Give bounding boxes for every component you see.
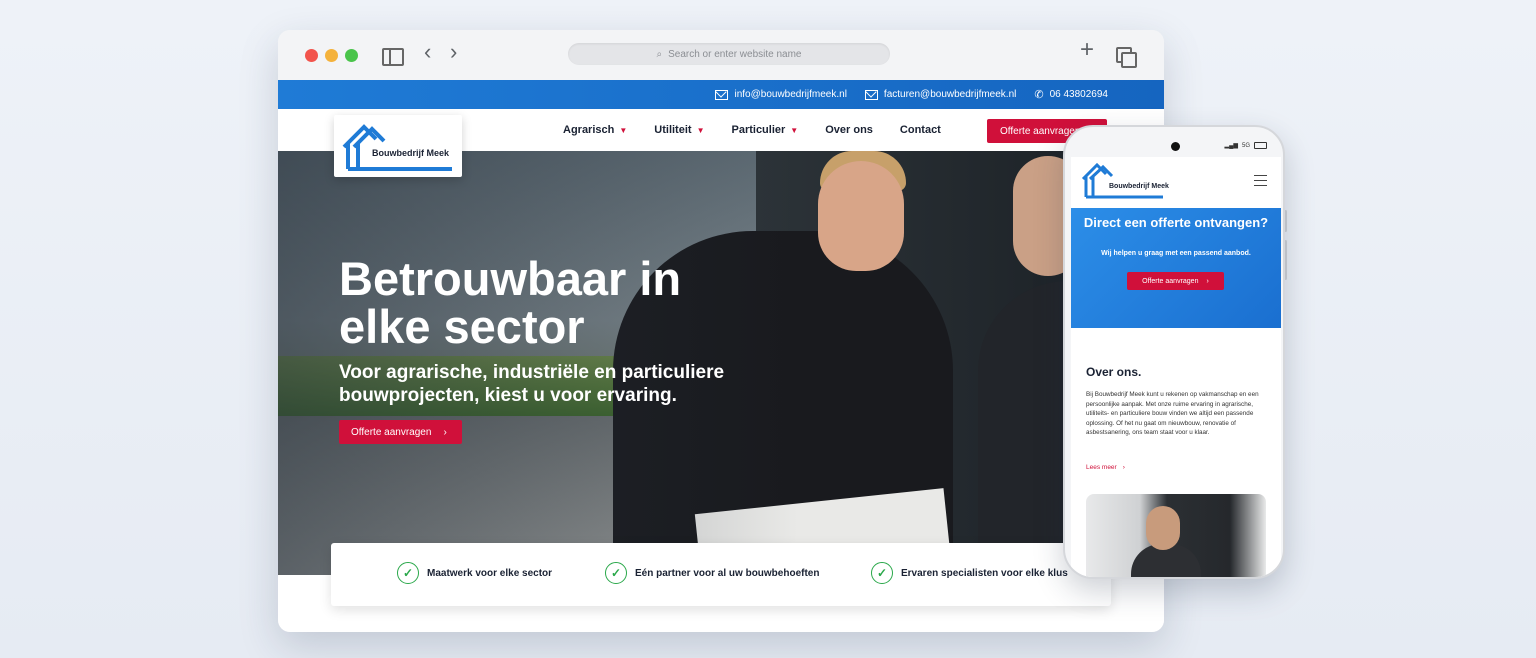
chevron-down-icon: ▼ bbox=[790, 126, 799, 135]
contact-topbar: info@bouwbedrijfmeek.nl facturen@bouwbed… bbox=[278, 80, 1164, 109]
signal-icon: ▂▄▆ bbox=[1224, 143, 1238, 149]
house-logo-icon[interactable] bbox=[1081, 157, 1181, 203]
phone-status-bar: ▂▄▆ 5G bbox=[1224, 142, 1267, 149]
usp-item: ✓ Ervaren specialisten voor elke klus bbox=[871, 562, 1068, 584]
website: info@bouwbedrijfmeek.nl facturen@bouwbed… bbox=[278, 80, 1164, 632]
minimize-window-button[interactable] bbox=[325, 49, 338, 62]
nav-item-over-ons[interactable]: Over ons bbox=[825, 124, 873, 136]
mobile-about-title: Over ons. bbox=[1086, 365, 1142, 379]
photo-person-face bbox=[1146, 506, 1180, 550]
mail-icon bbox=[715, 89, 729, 100]
battery-icon bbox=[1254, 142, 1267, 149]
chevron-right-icon: › bbox=[1122, 464, 1125, 471]
mobile-read-more-link[interactable]: Lees meer › bbox=[1086, 464, 1125, 471]
mobile-phone: ▂▄▆ 5G Bouwbedrijf Meek Direct een offer… bbox=[1063, 125, 1285, 579]
maximize-window-button[interactable] bbox=[345, 49, 358, 62]
hero-photo-worker-1-head bbox=[818, 161, 904, 271]
mobile-banner-subtitle: Wij helpen u graag met een passend aanbo… bbox=[1101, 250, 1251, 257]
new-tab-icon[interactable]: + bbox=[1080, 38, 1094, 62]
nav-item-utiliteit[interactable]: Utiliteit ▼ bbox=[654, 124, 704, 136]
phone-icon: ✆ bbox=[1034, 89, 1044, 101]
camera-icon bbox=[1171, 142, 1180, 151]
site-logo[interactable]: Bouwbedrijf Meek bbox=[334, 115, 462, 177]
mobile-logo-wordmark: Bouwbedrijf Meek bbox=[1109, 183, 1169, 190]
usp-bar: ✓ Maatwerk voor elke sector ✓ Eén partne… bbox=[331, 543, 1111, 606]
chevron-right-icon: › bbox=[1206, 277, 1209, 285]
sidebar-toggle-icon[interactable] bbox=[382, 48, 404, 66]
mobile-about-section: Over ons. Bij Bouwbedrijf Meek kunt u re… bbox=[1071, 328, 1281, 577]
search-icon: ⌕ bbox=[656, 48, 663, 60]
house-logo-icon bbox=[342, 124, 452, 171]
browser-toolbar: ‹ › ⌕ Search or enter website name + bbox=[278, 30, 1164, 80]
logo-wordmark: Bouwbedrijf Meek bbox=[372, 148, 450, 158]
check-circle-icon: ✓ bbox=[397, 562, 419, 584]
usp-item: ✓ Maatwerk voor elke sector bbox=[397, 562, 552, 584]
topbar-email-invoices[interactable]: facturen@bouwbedrijfmeek.nl bbox=[864, 89, 1016, 100]
browser-window: ‹ › ⌕ Search or enter website name + inf… bbox=[278, 30, 1164, 632]
close-window-button[interactable] bbox=[305, 49, 318, 62]
chevron-down-icon: ▼ bbox=[696, 126, 705, 135]
mobile-about-photo bbox=[1086, 494, 1266, 577]
forward-icon[interactable]: › bbox=[450, 41, 457, 63]
mobile-banner-title: Direct een offerte ontvangen? bbox=[1083, 215, 1269, 230]
back-icon[interactable]: ‹ bbox=[424, 41, 431, 63]
nav-item-contact[interactable]: Contact bbox=[900, 124, 941, 136]
nav-item-particulier[interactable]: Particulier ▼ bbox=[731, 124, 798, 136]
mobile-header: Bouwbedrijf Meek bbox=[1071, 157, 1281, 208]
mobile-quote-button[interactable]: Offerte aanvragen › bbox=[1127, 272, 1224, 290]
chevron-right-icon: › bbox=[443, 426, 447, 438]
topbar-email-info[interactable]: info@bouwbedrijfmeek.nl bbox=[715, 89, 847, 100]
mobile-about-text: Bij Bouwbedrijf Meek kunt u rekenen op v… bbox=[1086, 391, 1259, 437]
hamburger-menu-icon[interactable] bbox=[1254, 175, 1267, 186]
topbar-phone[interactable]: ✆ 06 43802694 bbox=[1034, 88, 1108, 101]
nav-item-agrarisch[interactable]: Agrarisch ▼ bbox=[563, 124, 627, 136]
check-circle-icon: ✓ bbox=[605, 562, 627, 584]
chevron-down-icon: ▼ bbox=[619, 126, 628, 135]
mobile-quote-banner: Direct een offerte ontvangen? Wij helpen… bbox=[1071, 208, 1281, 328]
tab-overview-icon[interactable] bbox=[1116, 47, 1137, 68]
main-menu: Agrarisch ▼ Utiliteit ▼ Particulier ▼ Over … bbox=[563, 109, 941, 151]
hero-subtitle: Voor agrarische, industriële en particul… bbox=[339, 362, 725, 406]
hero-title: Betrouwbaar in elke sector bbox=[339, 252, 682, 353]
check-circle-icon: ✓ bbox=[871, 562, 893, 584]
address-bar[interactable]: ⌕ Search or enter website name bbox=[568, 43, 890, 65]
hero-section: Betrouwbaar in elke sector Voor agrarisc… bbox=[278, 151, 1164, 575]
mail-icon bbox=[864, 89, 878, 100]
hero-quote-button[interactable]: Offerte aanvragen › bbox=[339, 420, 462, 444]
address-placeholder: Search or enter website name bbox=[668, 48, 802, 60]
usp-item: ✓ Eén partner voor al uw bouwbehoeften bbox=[605, 562, 819, 584]
